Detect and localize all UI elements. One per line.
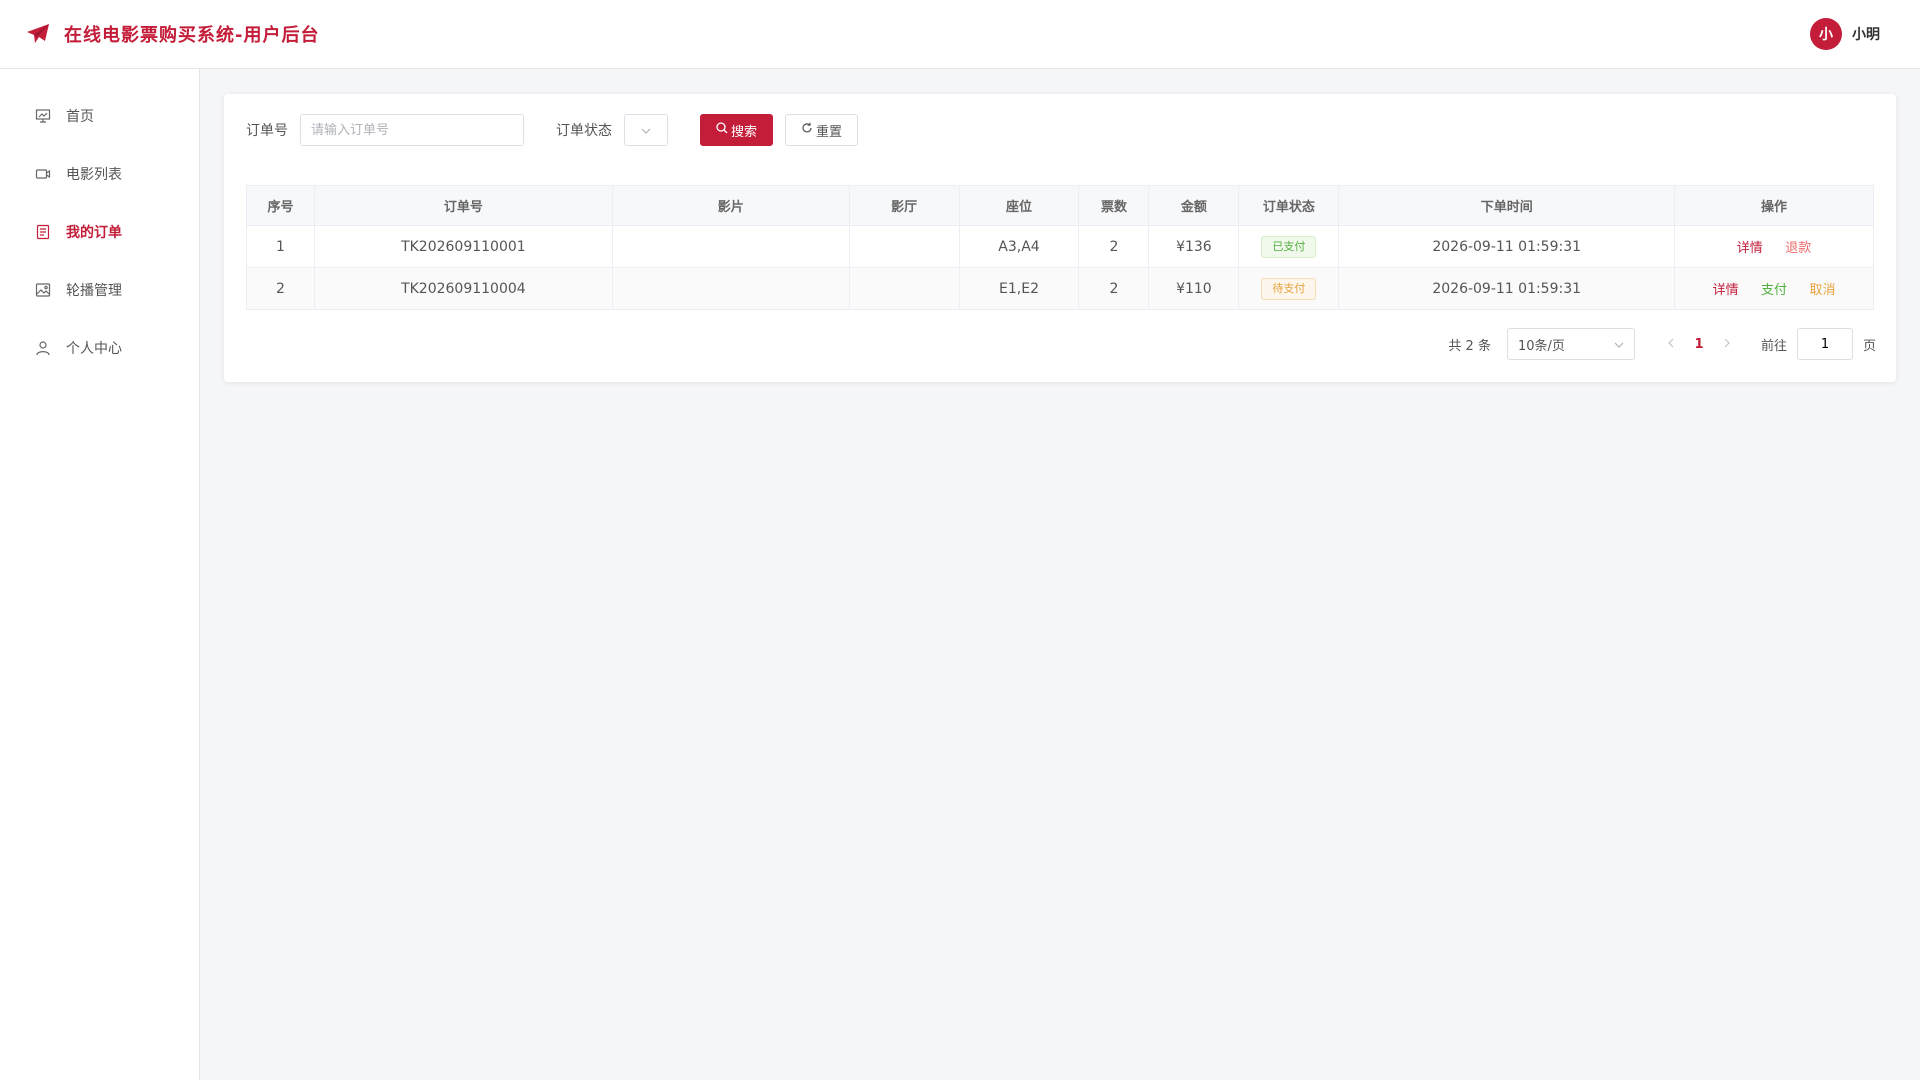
sidebar-item-home[interactable]: 首页 xyxy=(0,87,199,145)
goto-label: 前往 xyxy=(1760,338,1787,354)
pagination: 共 2 条 10条/页 1 前往 页 xyxy=(1448,328,1876,360)
user-name[interactable]: 小明 xyxy=(1852,24,1880,44)
column-header: 操作 xyxy=(1674,185,1874,226)
cell-count: 2 xyxy=(1078,225,1150,268)
cell-index: 2 xyxy=(246,267,315,310)
refresh-icon xyxy=(801,122,813,138)
search-icon xyxy=(716,122,728,138)
prev-page-button[interactable] xyxy=(1657,337,1685,352)
search-button[interactable]: 搜索 xyxy=(700,114,774,146)
sidebar-item-label: 首页 xyxy=(66,109,94,125)
page-number[interactable]: 1 xyxy=(1685,337,1713,352)
image-icon xyxy=(34,281,52,299)
orders-table: 序号 订单号 影片 影厅 座位 票数 金额 订单状态 下单时间 操作 1 TK2… xyxy=(246,185,1874,310)
cell-status: 已支付 xyxy=(1238,225,1340,268)
column-header: 影片 xyxy=(611,185,850,226)
cell-status: 待支付 xyxy=(1238,267,1340,310)
detail-link[interactable]: 详情 xyxy=(1737,237,1763,256)
filter-bar: 订单号 订单状态 搜索 重置 xyxy=(246,114,859,146)
column-header: 金额 xyxy=(1148,185,1240,226)
order-status-select[interactable] xyxy=(624,114,668,146)
sidebar-item-label: 轮播管理 xyxy=(66,283,122,299)
user-icon xyxy=(34,339,52,357)
cell-actions: 详情 退款 xyxy=(1674,225,1874,268)
order-no-input[interactable] xyxy=(300,114,524,146)
cell-order-no: TK202609110001 xyxy=(313,225,613,268)
pay-link[interactable]: 支付 xyxy=(1761,279,1787,298)
column-header: 订单状态 xyxy=(1238,185,1340,226)
sidebar-item-carousel[interactable]: 轮播管理 xyxy=(0,261,199,319)
presentation-icon xyxy=(34,107,52,125)
sidebar-item-label: 个人中心 xyxy=(66,341,122,357)
table-row: 1 TK202609110001 A3,A4 2 ¥136 已支付 2026-0… xyxy=(246,225,1874,268)
page-size-select[interactable]: 10条/页 xyxy=(1506,328,1635,360)
goto-page-input[interactable] xyxy=(1796,328,1853,360)
video-camera-icon xyxy=(34,165,52,183)
chevron-left-icon xyxy=(1668,338,1674,347)
column-header: 座位 xyxy=(958,185,1080,226)
table-header-row: 序号 订单号 影片 影厅 座位 票数 金额 订单状态 下单时间 操作 xyxy=(246,185,1874,226)
avatar[interactable]: 小 xyxy=(1810,18,1842,50)
cell-hall xyxy=(848,267,960,310)
cell-seats: A3,A4 xyxy=(958,225,1080,268)
page-size-value: 10条/页 xyxy=(1517,338,1565,354)
cell-index: 1 xyxy=(246,225,315,268)
page-suffix: 页 xyxy=(1862,338,1876,354)
brand: 在线电影票购买系统-用户后台 xyxy=(26,21,319,47)
chevron-down-icon xyxy=(1614,337,1624,352)
cell-time: 2026-09-11 01:59:31 xyxy=(1338,267,1676,310)
reset-button[interactable]: 重置 xyxy=(785,114,859,146)
column-header: 影厅 xyxy=(848,185,960,226)
sidebar-item-label: 我的订单 xyxy=(66,225,122,241)
column-header: 订单号 xyxy=(313,185,613,226)
cell-time: 2026-09-11 01:59:31 xyxy=(1338,225,1676,268)
sidebar-item-profile[interactable]: 个人中心 xyxy=(0,319,199,377)
next-page-button[interactable] xyxy=(1713,337,1741,352)
sidebar: 首页 电影列表 我的订单 轮播管理 个人中心 xyxy=(0,69,200,1080)
order-status-label: 订单状态 xyxy=(556,123,612,139)
chevron-right-icon xyxy=(1724,338,1730,347)
refund-link[interactable]: 退款 xyxy=(1785,237,1811,256)
cancel-link[interactable]: 取消 xyxy=(1810,279,1836,298)
cell-amount: ¥136 xyxy=(1148,225,1240,268)
document-icon xyxy=(34,223,52,241)
status-badge: 待支付 xyxy=(1261,277,1317,300)
orders-card: 订单号 订单状态 搜索 重置 序号 订单号 xyxy=(224,94,1896,382)
sidebar-item-my-orders[interactable]: 我的订单 xyxy=(0,203,199,261)
sidebar-item-label: 电影列表 xyxy=(66,167,122,183)
chevron-down-icon xyxy=(641,122,651,138)
app-title: 在线电影票购买系统-用户后台 xyxy=(64,25,320,46)
reset-button-label: 重置 xyxy=(816,124,843,140)
column-header: 下单时间 xyxy=(1338,185,1676,226)
order-no-label: 订单号 xyxy=(246,123,288,139)
status-badge: 已支付 xyxy=(1261,235,1317,258)
column-header: 序号 xyxy=(246,185,315,226)
cell-order-no: TK202609110004 xyxy=(313,267,613,310)
top-header: 在线电影票购买系统-用户后台 小 小明 xyxy=(0,0,1920,69)
cell-count: 2 xyxy=(1078,267,1150,310)
cell-hall xyxy=(848,225,960,268)
sidebar-item-movies[interactable]: 电影列表 xyxy=(0,145,199,203)
cell-amount: ¥110 xyxy=(1148,267,1240,310)
cell-actions: 详情 支付 取消 xyxy=(1674,267,1874,310)
cell-movie xyxy=(611,267,850,310)
search-button-label: 搜索 xyxy=(731,124,758,140)
user-menu[interactable]: 小 小明 xyxy=(1810,18,1880,50)
cell-movie xyxy=(611,225,850,268)
total-count: 共 2 条 xyxy=(1448,338,1491,354)
cell-seats: E1,E2 xyxy=(958,267,1080,310)
detail-link[interactable]: 详情 xyxy=(1713,279,1739,298)
column-header: 票数 xyxy=(1078,185,1150,226)
paper-plane-icon xyxy=(26,21,52,47)
table-row: 2 TK202609110004 E1,E2 2 ¥110 待支付 2026-0… xyxy=(246,267,1874,310)
